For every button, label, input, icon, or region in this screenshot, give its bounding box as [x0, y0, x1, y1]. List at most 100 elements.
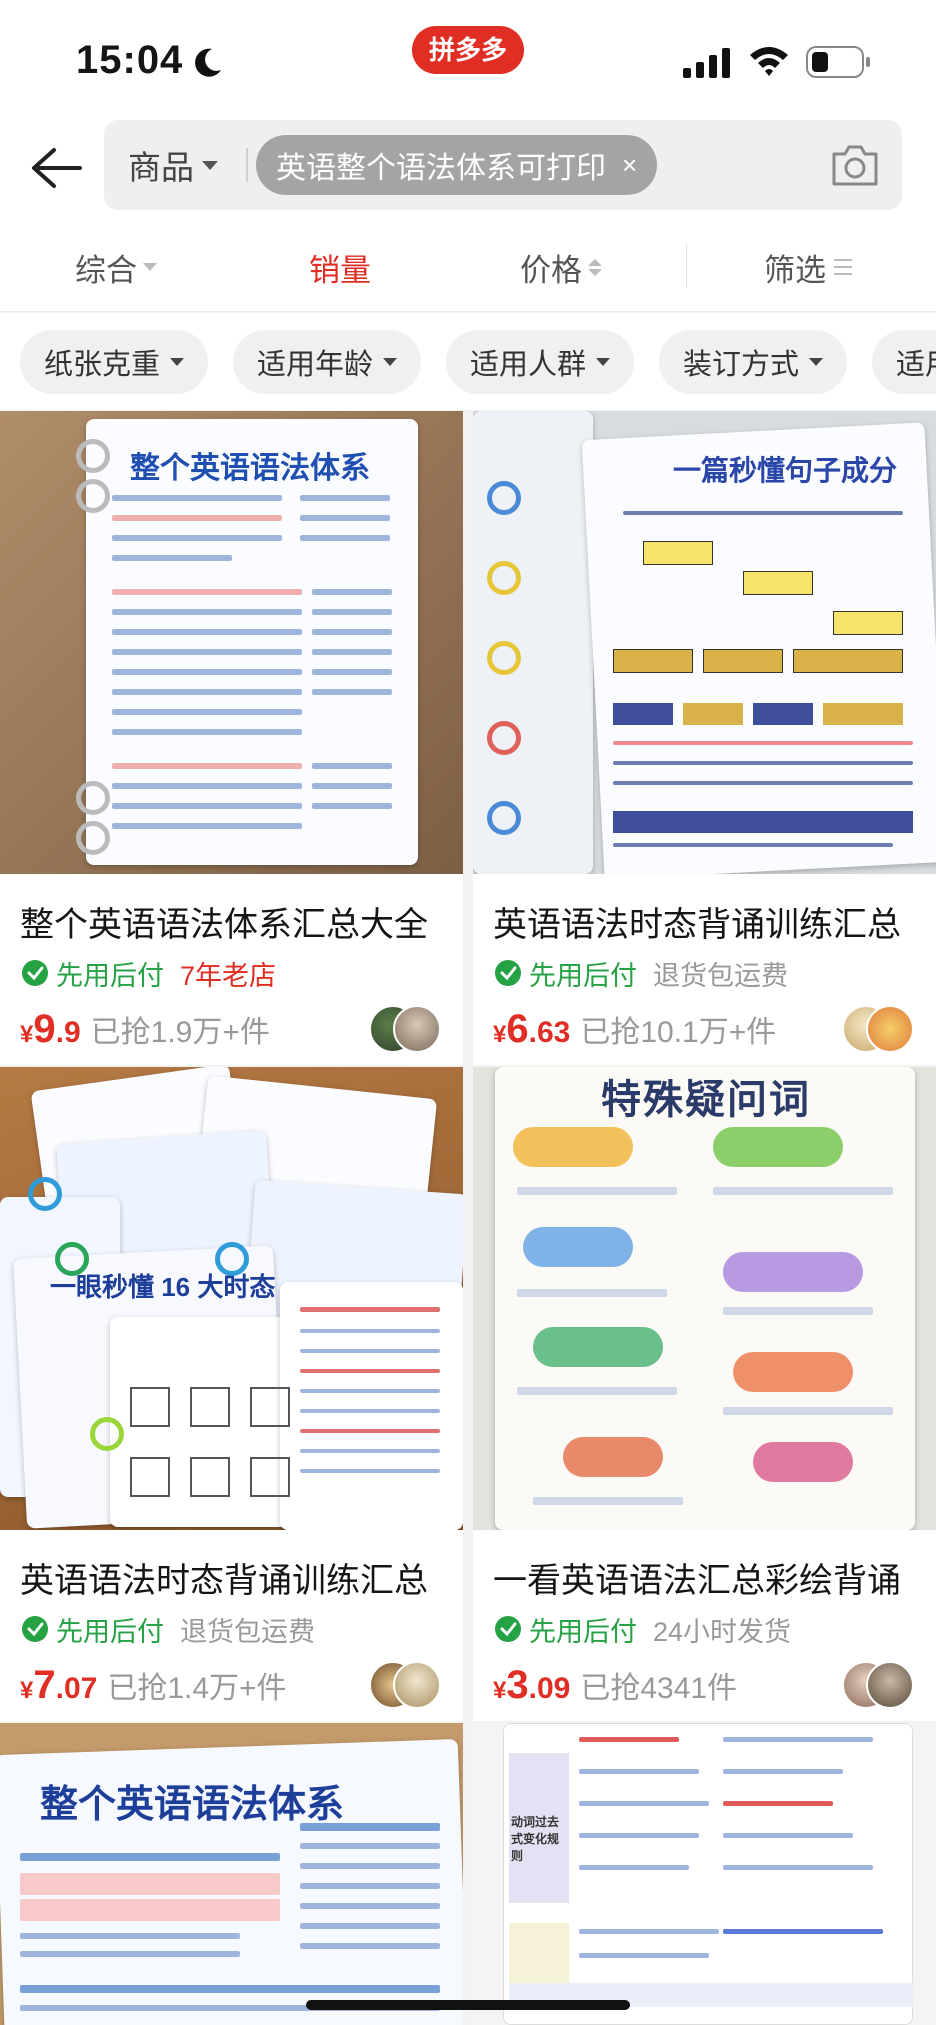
product-card[interactable]: 整个英语语法体系 整个英语语法体系汇总大全 先用后付 7年老店 ¥ 9 .9 已…: [0, 411, 463, 1065]
search-query-chip[interactable]: 英语整个语法体系可打印 ×: [256, 135, 658, 195]
product-image[interactable]: 动词过去式变化规则: [473, 1723, 936, 2025]
app-brand-pill: 拼多多: [412, 26, 524, 74]
home-indicator[interactable]: [306, 2000, 630, 2010]
tab-comprehensive-label: 综合: [75, 252, 137, 288]
image-sheet-title: 动词过去式变化规则: [511, 1815, 560, 1863]
back-button[interactable]: [24, 136, 88, 200]
image-sheet-title: 整个英语语法体系: [130, 452, 370, 485]
chip-label: 纸张克重: [44, 349, 161, 381]
chip-age[interactable]: 适用年龄: [233, 330, 422, 394]
image-sheet-title: 一篇秒懂句子成分: [673, 455, 898, 486]
tab-sales[interactable]: 销量: [309, 232, 371, 302]
product-image[interactable]: 整个英语语法体系: [0, 1723, 463, 2025]
pay-later-shield-icon: [495, 960, 521, 986]
sold-count: 已抢4341件: [580, 1672, 738, 1705]
chip-binding[interactable]: 装订方式: [659, 330, 848, 394]
chevron-down-icon: [170, 358, 185, 366]
avatar: [866, 1661, 914, 1709]
pay-later-shield-icon: [22, 960, 48, 986]
sort-updown-icon: [588, 258, 602, 276]
camera-search-icon[interactable]: [830, 142, 880, 188]
chip-applicable[interactable]: 适用: [872, 330, 936, 394]
sort-separator: [686, 244, 687, 288]
status-bar: 15:04 拼多多: [0, 0, 936, 120]
chip-label: 适用人群: [470, 349, 587, 381]
badge-row: 先用后付 24小时发货: [493, 1611, 791, 1647]
pay-later-badge: 先用后付: [529, 960, 637, 991]
product-card[interactable]: 整个英语语法体系: [0, 1723, 463, 2025]
product-image[interactable]: 一眼秒懂 16 大时态: [0, 1067, 463, 1530]
product-title[interactable]: 整个英语语法体系汇总大全: [20, 897, 450, 946]
search-category-label: 商品: [128, 149, 194, 186]
chip-paper-weight[interactable]: 纸张克重: [20, 330, 209, 394]
price-currency: ¥: [20, 1021, 34, 1048]
search-box[interactable]: 商品 英语整个语法体系可打印 ×: [104, 120, 902, 210]
product-card[interactable]: 一眼秒懂 16 大时态 英语语法时态背诵训练汇总 先用后付 退货包运费 ¥ 7: [0, 1067, 463, 1721]
price-currency: ¥: [493, 1677, 507, 1704]
buyer-avatars: [842, 1005, 914, 1053]
sold-count: 已抢1.4万+件: [107, 1672, 287, 1705]
status-time: 15:04: [76, 38, 184, 82]
price-integer: 3: [506, 1663, 529, 1707]
chevron-down-icon: [596, 358, 611, 366]
product-title[interactable]: 一看英语语法汇总彩绘背诵: [493, 1553, 923, 1602]
chevron-down-icon: [143, 263, 157, 271]
price-decimal: .07: [55, 1672, 98, 1705]
badge-row: 先用后付 退货包运费: [20, 1611, 315, 1647]
price-decimal: .63: [528, 1016, 571, 1049]
product-image[interactable]: 特殊疑问词: [473, 1067, 936, 1530]
product-card[interactable]: 特殊疑问词 一看英语语法汇总彩绘背诵 先用后付 24小时发货 ¥ 3 .09 已…: [473, 1067, 936, 1721]
filter-icon: [834, 259, 852, 275]
fast-shipping-badge: 24小时发货: [653, 1616, 792, 1647]
chip-audience[interactable]: 适用人群: [446, 330, 635, 394]
price-row: ¥ 3 .09 已抢4341件: [493, 1663, 737, 1713]
price-integer: 7: [33, 1663, 56, 1707]
price-row: ¥ 7 .07 已抢1.4万+件: [20, 1663, 287, 1713]
pay-later-badge: 先用后付: [56, 960, 164, 991]
tab-filter[interactable]: 筛选: [764, 232, 852, 302]
price-integer: 6: [506, 1007, 529, 1051]
image-sheet-title: 特殊疑问词: [601, 1078, 811, 1122]
chevron-down-icon: [383, 358, 398, 366]
sort-tabs: 综合 销量 价格 筛选: [0, 232, 936, 312]
product-card[interactable]: 一篇秒懂句子成分 英语语法时态背诵训练汇总 先用后付 退货包运费 ¥ 6 .63…: [473, 411, 936, 1065]
product-image[interactable]: 整个英语语法体系: [0, 411, 463, 874]
product-card[interactable]: 动词过去式变化规则: [473, 1723, 936, 2025]
buyer-avatars: [369, 1661, 441, 1709]
product-title[interactable]: 英语语法时态背诵训练汇总: [20, 1553, 450, 1602]
wifi-icon: [750, 47, 788, 76]
product-title[interactable]: 英语语法时态背诵训练汇总: [493, 897, 923, 946]
pay-later-badge: 先用后付: [56, 1616, 164, 1647]
avatar: [393, 1005, 441, 1053]
image-sheet-title: 整个英语语法体系: [40, 1784, 345, 1826]
pay-later-shield-icon: [22, 1616, 48, 1642]
back-arrow-icon: [32, 148, 82, 188]
sold-count: 已抢10.1万+件: [580, 1016, 777, 1049]
return-shipping-badge: 退货包运费: [180, 1616, 315, 1647]
price-currency: ¥: [20, 1677, 34, 1704]
filter-chip-row: 纸张克重 适用年龄 适用人群 装订方式 适用: [0, 313, 936, 410]
price-currency: ¥: [493, 1021, 507, 1048]
cellular-signal-icon: [683, 48, 730, 78]
battery-icon: [806, 46, 870, 78]
badge-row: 先用后付 7年老店: [20, 955, 276, 991]
avatar: [866, 1005, 914, 1053]
search-row: 商品 英语整个语法体系可打印 ×: [0, 120, 936, 232]
chip-label: 适用: [896, 349, 936, 381]
price-row: ¥ 6 .63 已抢10.1万+件: [493, 1007, 776, 1057]
search-category-select[interactable]: 商品: [128, 120, 218, 210]
search-query-text: 英语整个语法体系可打印: [276, 152, 606, 185]
moon-icon: [195, 48, 221, 77]
chevron-down-icon: [809, 358, 824, 366]
sold-count: 已抢1.9万+件: [90, 1016, 270, 1049]
search-divider: [246, 148, 248, 182]
tab-price[interactable]: 价格: [520, 232, 602, 302]
buyer-avatars: [369, 1005, 441, 1053]
badge-row: 先用后付 退货包运费: [493, 955, 788, 991]
tab-price-label: 价格: [520, 252, 582, 288]
tab-comprehensive[interactable]: 综合: [75, 232, 157, 302]
price-integer: 9: [33, 1007, 56, 1051]
clear-query-icon[interactable]: ×: [622, 150, 637, 181]
product-image[interactable]: 一篇秒懂句子成分: [473, 411, 936, 874]
chip-label: 适用年龄: [257, 349, 374, 381]
